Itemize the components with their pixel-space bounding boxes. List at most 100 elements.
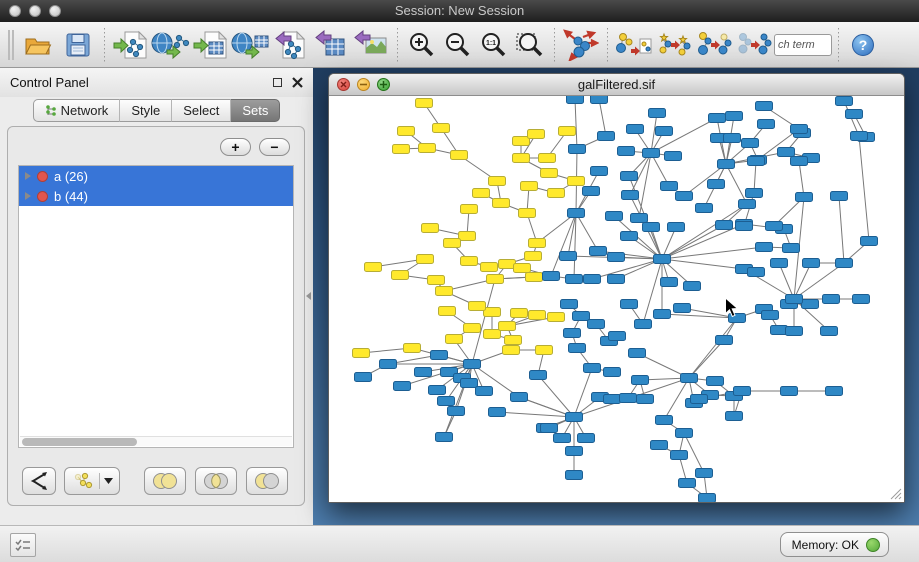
scrollbar-thumb[interactable] bbox=[22, 438, 137, 446]
graph-node[interactable] bbox=[748, 157, 765, 166]
export-network-button[interactable] bbox=[271, 26, 311, 64]
graph-node[interactable] bbox=[656, 416, 673, 425]
graph-node[interactable] bbox=[604, 368, 621, 377]
graph-node[interactable] bbox=[529, 239, 546, 248]
graph-node[interactable] bbox=[608, 275, 625, 284]
tab-select[interactable]: Select bbox=[172, 99, 231, 122]
create-set-dropdown-button[interactable] bbox=[64, 467, 120, 495]
graph-node[interactable] bbox=[766, 222, 783, 231]
graph-node[interactable] bbox=[631, 214, 648, 223]
task-monitor-button[interactable] bbox=[10, 533, 36, 557]
graph-node[interactable] bbox=[567, 96, 584, 104]
graph-node[interactable] bbox=[530, 371, 547, 380]
graph-node[interactable] bbox=[671, 451, 688, 460]
graph-node[interactable] bbox=[469, 302, 486, 311]
network-canvas[interactable] bbox=[329, 96, 904, 502]
graph-node[interactable] bbox=[416, 99, 433, 108]
graph-node[interactable] bbox=[353, 349, 370, 358]
search-input[interactable] bbox=[774, 34, 832, 56]
float-panel-icon[interactable] bbox=[273, 78, 282, 87]
graph-node[interactable] bbox=[786, 295, 803, 304]
graph-node[interactable] bbox=[590, 247, 607, 256]
graph-node[interactable] bbox=[543, 272, 560, 281]
graph-node[interactable] bbox=[578, 434, 595, 443]
sets-list[interactable]: a (26) b (44) bbox=[18, 165, 294, 448]
graph-node[interactable] bbox=[415, 368, 432, 377]
import-network-url-button[interactable] bbox=[151, 26, 191, 64]
graph-node[interactable] bbox=[781, 387, 798, 396]
graph-node[interactable] bbox=[444, 239, 461, 248]
graph-node[interactable] bbox=[716, 336, 733, 345]
graph-node[interactable] bbox=[519, 209, 536, 218]
graph-node[interactable] bbox=[548, 189, 565, 198]
graph-node[interactable] bbox=[514, 264, 531, 273]
graph-node[interactable] bbox=[668, 223, 685, 232]
graph-node[interactable] bbox=[548, 313, 565, 322]
graph-node[interactable] bbox=[826, 387, 843, 396]
add-set-button[interactable]: + bbox=[220, 138, 251, 156]
graph-node[interactable] bbox=[568, 177, 585, 186]
zoom-out-button[interactable] bbox=[440, 26, 476, 64]
graph-node[interactable] bbox=[643, 223, 660, 232]
graph-node[interactable] bbox=[748, 268, 765, 277]
graph-node[interactable] bbox=[637, 395, 654, 404]
graph-node[interactable] bbox=[796, 193, 813, 202]
close-panel-icon[interactable] bbox=[292, 77, 303, 88]
graph-node[interactable] bbox=[473, 189, 490, 198]
graph-node[interactable] bbox=[739, 200, 756, 209]
graph-node[interactable] bbox=[461, 205, 478, 214]
graph-node[interactable] bbox=[591, 167, 608, 176]
graph-node[interactable] bbox=[621, 232, 638, 241]
graph-node[interactable] bbox=[661, 182, 678, 191]
remove-set-button[interactable]: − bbox=[259, 138, 290, 156]
graph-node[interactable] bbox=[802, 300, 819, 309]
graph-node[interactable] bbox=[696, 204, 713, 213]
graph-node[interactable] bbox=[656, 127, 673, 136]
graph-node[interactable] bbox=[821, 327, 838, 336]
graph-node[interactable] bbox=[355, 373, 372, 382]
graph-node[interactable] bbox=[691, 395, 708, 404]
graph-node[interactable] bbox=[620, 394, 637, 403]
graph-node[interactable] bbox=[493, 199, 510, 208]
graph-node[interactable] bbox=[566, 413, 583, 422]
graph-node[interactable] bbox=[566, 447, 583, 456]
network-window-titlebar[interactable]: galFiltered.sif bbox=[329, 74, 904, 96]
graph-node[interactable] bbox=[699, 494, 716, 503]
graph-node[interactable] bbox=[609, 332, 626, 341]
memory-status-button[interactable]: Memory: OK bbox=[780, 532, 889, 557]
graph-node[interactable] bbox=[429, 386, 446, 395]
graph-node[interactable] bbox=[380, 360, 397, 369]
graph-node[interactable] bbox=[511, 393, 528, 402]
graph-node[interactable] bbox=[622, 191, 639, 200]
help-button[interactable]: ? bbox=[845, 26, 881, 64]
graph-node[interactable] bbox=[428, 276, 445, 285]
graph-node[interactable] bbox=[505, 336, 522, 345]
graph-node[interactable] bbox=[511, 309, 528, 318]
graph-node[interactable] bbox=[561, 300, 578, 309]
graph-node[interactable] bbox=[525, 252, 542, 261]
graph-node[interactable] bbox=[521, 182, 538, 191]
list-item-set-b[interactable]: b (44) bbox=[19, 186, 293, 206]
graph-node[interactable] bbox=[831, 192, 848, 201]
graph-node[interactable] bbox=[417, 255, 434, 264]
save-session-button[interactable] bbox=[58, 26, 98, 64]
graph-node[interactable] bbox=[791, 157, 808, 166]
graph-node[interactable] bbox=[573, 312, 590, 321]
graph-node[interactable] bbox=[762, 311, 779, 320]
close-view-button[interactable] bbox=[337, 78, 350, 91]
graph-node[interactable] bbox=[529, 311, 546, 320]
graph-node[interactable] bbox=[846, 110, 863, 119]
graph-node[interactable] bbox=[513, 137, 530, 146]
graph-node[interactable] bbox=[684, 282, 701, 291]
disclosure-triangle-icon[interactable] bbox=[25, 192, 31, 200]
graph-node[interactable] bbox=[541, 424, 558, 433]
graph-node[interactable] bbox=[716, 221, 733, 230]
graph-node[interactable] bbox=[526, 273, 543, 282]
graph-node[interactable] bbox=[438, 397, 455, 406]
graph-node[interactable] bbox=[489, 177, 506, 186]
graph-node[interactable] bbox=[476, 387, 493, 396]
graph-node[interactable] bbox=[853, 295, 870, 304]
merge-networks-button[interactable] bbox=[694, 26, 734, 64]
graph-node[interactable] bbox=[459, 232, 476, 241]
graph-node[interactable] bbox=[742, 139, 759, 148]
